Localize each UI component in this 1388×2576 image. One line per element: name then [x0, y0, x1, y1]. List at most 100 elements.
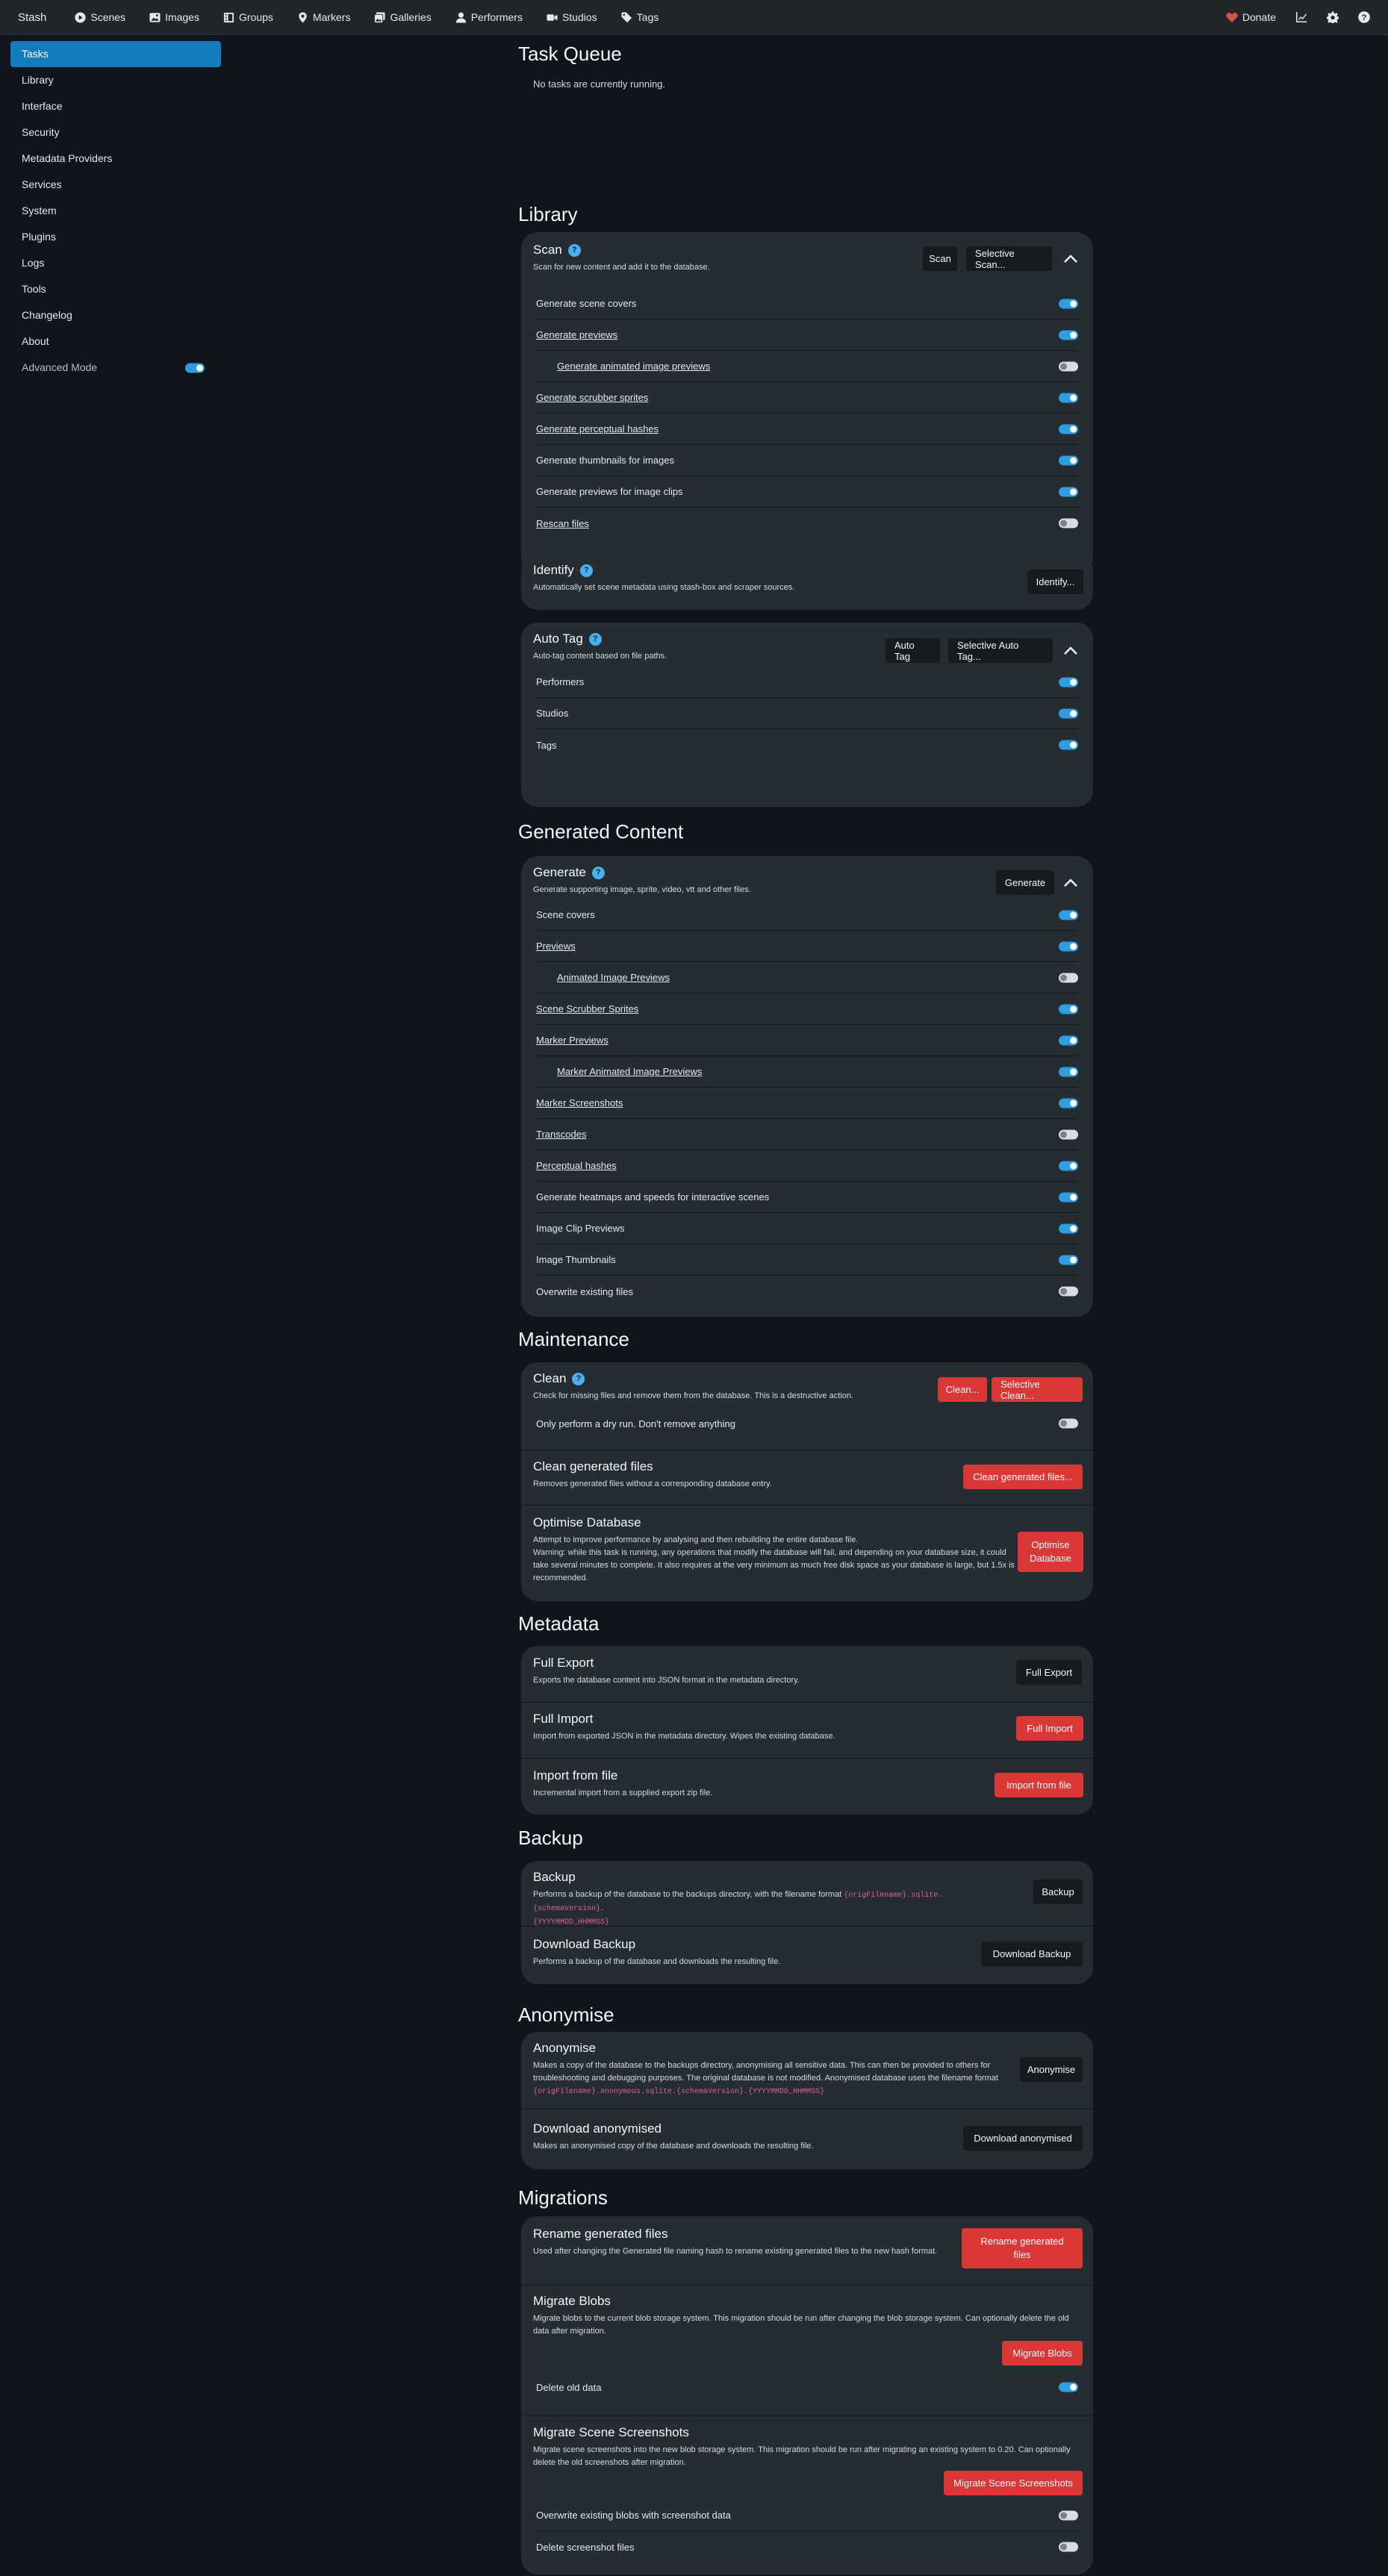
help-circle-icon[interactable]: ?: [1358, 11, 1370, 23]
option-toggle[interactable]: [1059, 361, 1078, 371]
option-toggle[interactable]: [1059, 1223, 1078, 1233]
option-toggle[interactable]: [1059, 1286, 1078, 1297]
autotag-desc: Auto-tag content based on file paths.: [533, 652, 667, 661]
option-label: Marker Previews: [536, 1035, 609, 1046]
sidebar-item-library[interactable]: Library: [10, 67, 221, 93]
sidebar-item-security[interactable]: Security: [10, 119, 221, 146]
option-toggle[interactable]: [1059, 1035, 1078, 1045]
sidebar-item-about[interactable]: About: [10, 328, 221, 355]
help-icon[interactable]: ?: [591, 866, 605, 879]
option-label: Performers: [536, 676, 585, 687]
option-toggle[interactable]: [1059, 1161, 1078, 1170]
sidebar-item-plugins[interactable]: Plugins: [10, 224, 221, 250]
identify-button[interactable]: Identify...: [1027, 570, 1083, 594]
maintenance-card: Clean? Check for missing files and remov…: [521, 1362, 1093, 1601]
option-toggle[interactable]: [1059, 424, 1078, 434]
collapse-autotag-button[interactable]: [1062, 642, 1080, 660]
option-toggle[interactable]: [1059, 1004, 1078, 1014]
identify-card: Identify? Automatically set scene metada…: [521, 554, 1093, 610]
collapse-generate-button[interactable]: [1062, 874, 1080, 892]
option-toggle[interactable]: [1059, 455, 1078, 465]
collapse-scan-button[interactable]: [1062, 250, 1080, 268]
nav-markers-label: Markers: [312, 11, 351, 23]
option-toggle[interactable]: [1059, 1098, 1078, 1108]
optimise-database-button[interactable]: Optimise Database: [1018, 1532, 1083, 1572]
optimise-title: Optimise Database: [533, 1515, 641, 1529]
migrate-blobs-button[interactable]: Migrate Blobs: [1002, 2341, 1083, 2366]
sidebar-item-system[interactable]: System: [10, 198, 221, 224]
sidebar-item-tools[interactable]: Tools: [10, 276, 221, 302]
chart-icon[interactable]: [1295, 11, 1307, 23]
sidebar-item-services[interactable]: Services: [10, 172, 221, 198]
download-backup-desc: Performs a backup of the database and do…: [533, 1957, 781, 1966]
nav-tags[interactable]: Tags: [621, 11, 659, 23]
nav-galleries[interactable]: Galleries: [374, 11, 432, 23]
migrate-blobs-desc: Migrate blobs to the current blob storag…: [533, 2314, 1069, 2336]
option-toggle[interactable]: [1059, 910, 1078, 920]
option-toggle[interactable]: [1059, 1129, 1078, 1139]
sidebar-item-interface[interactable]: Interface: [10, 93, 221, 119]
auto-tag-button[interactable]: Auto Tag: [886, 638, 940, 663]
rename-generated-button[interactable]: Rename generated files: [962, 2228, 1083, 2268]
import-from-file-button[interactable]: Import from file: [995, 1773, 1083, 1797]
option-toggle[interactable]: [1059, 1192, 1078, 1202]
selective-clean-button[interactable]: Selective Clean...: [992, 1377, 1083, 1402]
download-anonymised-button[interactable]: Download anonymised: [963, 2126, 1083, 2151]
donate-button[interactable]: Donate: [1226, 11, 1276, 23]
nav-studios[interactable]: Studios: [547, 11, 597, 23]
option-toggle[interactable]: [1059, 1255, 1078, 1264]
option-toggle[interactable]: [1059, 973, 1078, 982]
help-icon[interactable]: ?: [579, 564, 593, 577]
nav-groups[interactable]: Groups: [223, 11, 273, 23]
option-toggle[interactable]: [1059, 740, 1078, 750]
generate-button[interactable]: Generate: [996, 870, 1054, 895]
migrate-scene-screenshots-button[interactable]: Migrate Scene Screenshots: [944, 2471, 1083, 2495]
help-icon[interactable]: ?: [572, 1372, 585, 1385]
task-queue-empty: No tasks are currently running.: [533, 78, 666, 90]
option-label: Scene covers: [536, 909, 595, 920]
metadata-card: Full Export Exports the database content…: [521, 1646, 1093, 1815]
gear-icon[interactable]: [1327, 11, 1339, 23]
clean-generated-button[interactable]: Clean generated files...: [963, 1465, 1083, 1489]
option-toggle[interactable]: [1059, 1067, 1078, 1076]
backup-button[interactable]: Backup: [1033, 1880, 1083, 1904]
generate-card: Generate? Generate supporting image, spr…: [521, 856, 1093, 1317]
option-toggle[interactable]: [1059, 299, 1078, 308]
option-toggle[interactable]: [1059, 941, 1078, 951]
nav-markers[interactable]: Markers: [297, 11, 351, 23]
option-toggle[interactable]: [1059, 708, 1078, 718]
selective-scan-button[interactable]: Selective Scan...: [966, 246, 1052, 271]
option-toggle[interactable]: [1059, 677, 1078, 687]
full-import-button[interactable]: Full Import: [1016, 1716, 1083, 1741]
option-toggle[interactable]: [1059, 2510, 1078, 2520]
scan-option-row: Generate previews: [536, 319, 1078, 351]
help-icon[interactable]: ?: [567, 243, 581, 257]
scan-card: Scan? Scan for new content and add it to…: [521, 232, 1093, 573]
nav-scenes[interactable]: Scenes: [75, 11, 125, 23]
nav-images[interactable]: Images: [149, 11, 199, 23]
anonymise-button[interactable]: Anonymise: [1020, 2057, 1083, 2082]
dry-run-toggle[interactable]: [1059, 1418, 1078, 1429]
sidebar-item-tasks[interactable]: Tasks: [10, 41, 221, 67]
option-toggle[interactable]: [1059, 2542, 1078, 2552]
tag-icon: [621, 11, 632, 22]
option-label: Transcodes: [536, 1129, 587, 1140]
help-icon[interactable]: ?: [588, 632, 602, 646]
sidebar-item-logs[interactable]: Logs: [10, 250, 221, 276]
brand-link[interactable]: Stash: [18, 11, 46, 24]
advanced-mode-label: Advanced Mode: [22, 361, 98, 373]
sidebar-item-changelog[interactable]: Changelog: [10, 302, 221, 328]
download-backup-button[interactable]: Download Backup: [981, 1942, 1083, 1966]
advanced-mode-toggle[interactable]: [185, 363, 205, 372]
option-toggle[interactable]: [1059, 518, 1078, 528]
sidebar-item-metadata-providers[interactable]: Metadata Providers: [10, 146, 221, 172]
option-toggle[interactable]: [1059, 393, 1078, 402]
full-export-button[interactable]: Full Export: [1016, 1660, 1082, 1685]
clean-button[interactable]: Clean...: [938, 1377, 987, 1402]
nav-performers[interactable]: Performers: [455, 11, 523, 23]
scan-button[interactable]: Scan: [923, 246, 957, 271]
selective-auto-tag-button[interactable]: Selective Auto Tag...: [948, 638, 1053, 663]
option-toggle[interactable]: [1059, 330, 1078, 340]
option-toggle[interactable]: [1059, 2382, 1078, 2392]
option-toggle[interactable]: [1059, 487, 1078, 496]
